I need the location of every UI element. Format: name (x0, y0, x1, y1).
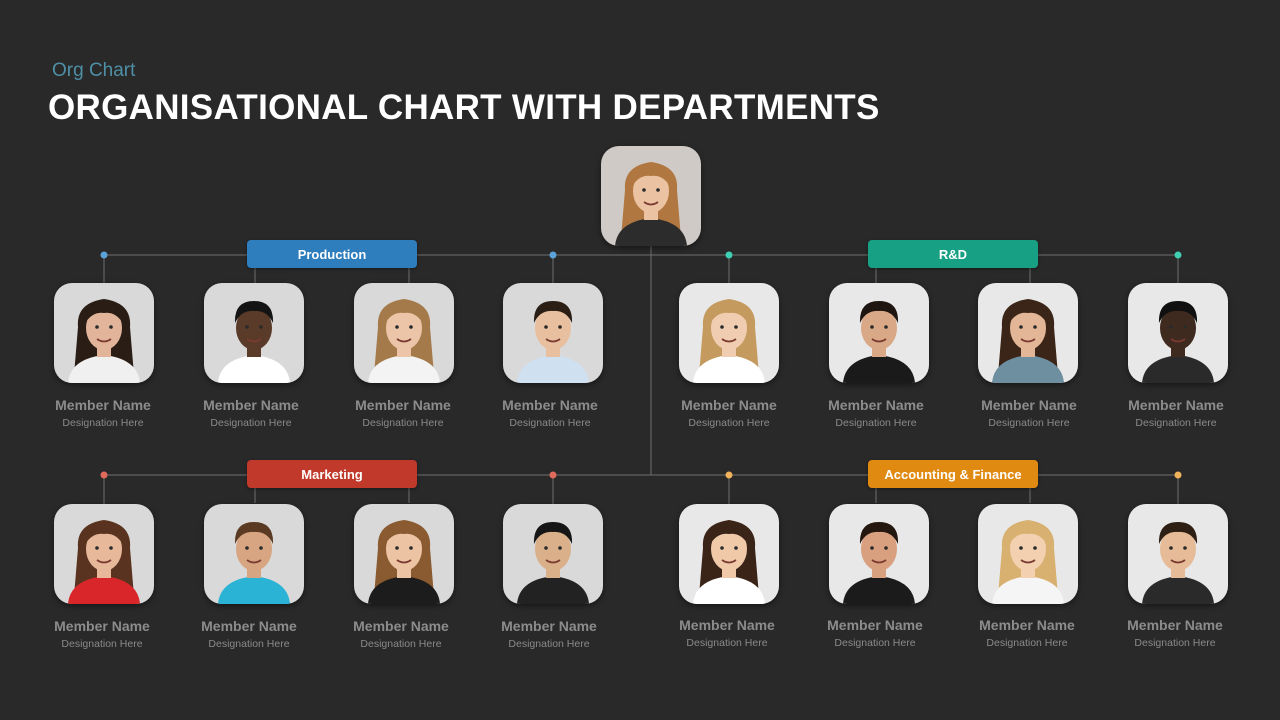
person-portrait-icon (54, 504, 154, 604)
person-portrait-icon (1128, 283, 1228, 383)
member-designation: Designation Here (210, 417, 292, 429)
person-portrait-icon (829, 504, 929, 604)
connector-dot (1174, 251, 1182, 259)
person-portrait-icon (503, 504, 603, 604)
member-name: Member Name (679, 617, 775, 633)
department-label-3: Accounting & Finance (868, 460, 1038, 488)
member-card: Member Name Designation Here (952, 617, 1102, 649)
member-photo (204, 504, 304, 604)
woman-portrait-icon (601, 146, 701, 246)
member-designation: Designation Here (509, 417, 591, 429)
member-photo (354, 283, 454, 383)
member-photo (679, 283, 779, 383)
connector-dot (725, 471, 733, 479)
member-card: Member Name Designation Here (326, 618, 476, 650)
member-designation: Designation Here (1134, 637, 1216, 649)
person-portrait-icon (978, 504, 1078, 604)
person-portrait-icon (503, 283, 603, 383)
member-designation: Designation Here (988, 417, 1070, 429)
member-designation: Designation Here (62, 417, 144, 429)
member-name: Member Name (1128, 397, 1224, 413)
person-portrait-icon (1128, 504, 1228, 604)
connector-dot (100, 471, 108, 479)
member-designation: Designation Here (834, 637, 916, 649)
member-photo (829, 504, 929, 604)
member-designation: Designation Here (61, 638, 143, 650)
member-card: Member Name Designation Here (1101, 397, 1251, 429)
member-name: Member Name (501, 618, 597, 634)
connector-lines (100, 246, 1182, 504)
member-card: Member Name Designation Here (954, 397, 1104, 429)
member-name: Member Name (1127, 617, 1223, 633)
member-card: Member Name Designation Here (176, 397, 326, 429)
department-label-1: R&D (868, 240, 1038, 268)
connector-dot (100, 251, 108, 259)
member-name: Member Name (502, 397, 598, 413)
member-photo (978, 283, 1078, 383)
person-portrait-icon (354, 504, 454, 604)
member-designation: Designation Here (688, 417, 770, 429)
member-photo (1128, 283, 1228, 383)
member-photo (503, 283, 603, 383)
member-card: Member Name Designation Here (174, 618, 324, 650)
member-name: Member Name (681, 397, 777, 413)
member-designation: Designation Here (508, 638, 590, 650)
ceo-photo (601, 146, 701, 246)
member-card: Member Name Designation Here (328, 397, 478, 429)
member-card: Member Name Designation Here (27, 618, 177, 650)
member-card: Member Name Designation Here (801, 397, 951, 429)
connector-dot (549, 471, 557, 479)
member-card: Member Name Designation Here (1100, 617, 1250, 649)
member-photo (503, 504, 603, 604)
member-photo (54, 283, 154, 383)
member-name: Member Name (981, 397, 1077, 413)
member-card: Member Name Designation Here (652, 617, 802, 649)
connector-dot (1174, 471, 1182, 479)
connector-dot (549, 251, 557, 259)
member-photo (204, 283, 304, 383)
member-designation: Designation Here (208, 638, 290, 650)
member-card: Member Name Designation Here (800, 617, 950, 649)
department-label-0: Production (247, 240, 417, 268)
member-designation: Designation Here (986, 637, 1068, 649)
department-label-2: Marketing (247, 460, 417, 488)
member-name: Member Name (353, 618, 449, 634)
member-name: Member Name (828, 397, 924, 413)
person-portrait-icon (204, 283, 304, 383)
member-name: Member Name (827, 617, 923, 633)
person-portrait-icon (354, 283, 454, 383)
member-photo (829, 283, 929, 383)
member-photo (978, 504, 1078, 604)
member-name: Member Name (54, 618, 150, 634)
member-name: Member Name (203, 397, 299, 413)
member-card: Member Name Designation Here (474, 618, 624, 650)
member-designation: Designation Here (1135, 417, 1217, 429)
connector-dot (725, 251, 733, 259)
member-card: Member Name Designation Here (654, 397, 804, 429)
member-card: Member Name Designation Here (475, 397, 625, 429)
member-name: Member Name (355, 397, 451, 413)
person-portrait-icon (204, 504, 304, 604)
member-designation: Designation Here (360, 638, 442, 650)
member-card: Member Name Designation Here (28, 397, 178, 429)
member-name: Member Name (201, 618, 297, 634)
person-portrait-icon (679, 283, 779, 383)
person-portrait-icon (679, 504, 779, 604)
member-designation: Designation Here (835, 417, 917, 429)
person-portrait-icon (54, 283, 154, 383)
member-photo (1128, 504, 1228, 604)
person-portrait-icon (829, 283, 929, 383)
member-photo (54, 504, 154, 604)
member-name: Member Name (979, 617, 1075, 633)
member-name: Member Name (55, 397, 151, 413)
person-portrait-icon (978, 283, 1078, 383)
member-designation: Designation Here (686, 637, 768, 649)
member-photo (354, 504, 454, 604)
member-designation: Designation Here (362, 417, 444, 429)
member-photo (679, 504, 779, 604)
